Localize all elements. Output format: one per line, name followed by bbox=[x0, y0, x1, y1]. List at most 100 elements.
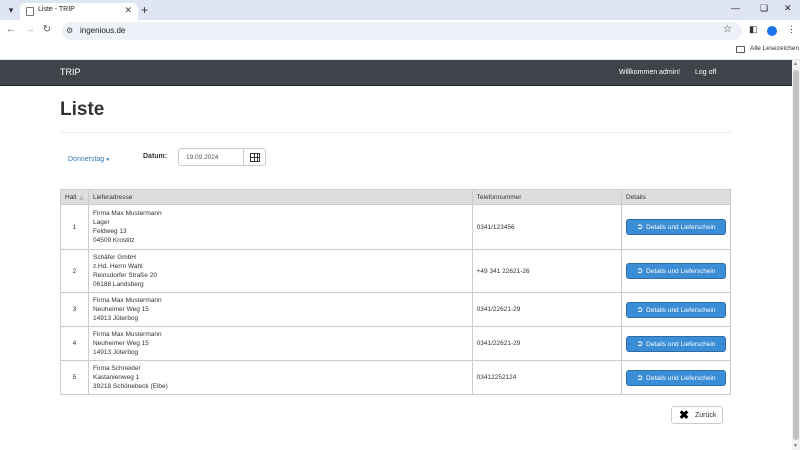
column-header-phone: Telefonnummer bbox=[471, 189, 623, 205]
address-line: Firma Max Mustermann bbox=[92, 297, 162, 304]
stops-table: Halt △ Lieferadresse Telefonnummer Detail… bbox=[60, 189, 731, 395]
day-dropdown[interactable]: Donnerstag▼ bbox=[68, 156, 110, 163]
address-line: 14913 Jüterbog bbox=[92, 315, 139, 322]
url-text: ingenious.de bbox=[80, 26, 126, 35]
close-window-icon[interactable]: ✕ bbox=[784, 3, 792, 14]
details-cell: ➲ Details und Lieferschein bbox=[621, 360, 731, 395]
halt-cell: 2 bbox=[60, 249, 89, 293]
calendar-icon bbox=[250, 153, 260, 162]
minimize-icon[interactable]: — bbox=[731, 3, 740, 13]
tab-search-icon[interactable]: ▾ bbox=[3, 2, 19, 18]
scroll-up-icon[interactable]: ▲ bbox=[793, 61, 798, 67]
site-info-icon[interactable]: ⚙ bbox=[66, 26, 73, 35]
folder-icon bbox=[736, 46, 745, 53]
caret-down-icon: ▼ bbox=[105, 157, 111, 163]
address-line: z.Hd. Herrn Wahl bbox=[92, 263, 143, 270]
page-scrollbar[interactable]: ▲ ▼ bbox=[792, 60, 800, 450]
close-tab-icon[interactable]: ✕ bbox=[124, 5, 132, 16]
top-navbar: TRIP Willkommen admin! Log off bbox=[0, 60, 792, 86]
scroll-down-icon[interactable]: ▼ bbox=[793, 443, 798, 449]
column-header-halt[interactable]: Halt △ bbox=[60, 189, 89, 205]
side-panel-icon[interactable]: ◧ bbox=[749, 24, 758, 35]
logoff-link[interactable]: Log off bbox=[695, 69, 716, 76]
details-button[interactable]: ➲ Details und Lieferschein bbox=[626, 263, 726, 279]
back-button[interactable]: ✖ Zurück bbox=[671, 406, 723, 424]
share-icon: ➲ bbox=[636, 338, 644, 348]
table-row: 4 Firma Max Mustermann Neuheimer Weg 15 … bbox=[60, 326, 731, 361]
halt-cell: 3 bbox=[60, 292, 89, 327]
details-cell: ➲ Details und Lieferschein bbox=[621, 292, 731, 327]
share-icon: ➲ bbox=[636, 304, 644, 314]
new-tab-icon[interactable]: + bbox=[141, 3, 148, 17]
back-button-label: Zurück bbox=[695, 412, 717, 419]
address-cell: Firma Max Mustermann Lager Feldweg 13 04… bbox=[87, 204, 473, 250]
scrollbar-thumb[interactable] bbox=[793, 70, 799, 440]
details-button[interactable]: ➲ Details und Lieferschein bbox=[626, 369, 726, 386]
address-line: 39218 Schönebeck (Elbe) bbox=[92, 383, 168, 390]
details-cell: ➲ Details und Lieferschein bbox=[621, 249, 731, 293]
address-bar[interactable]: ⚙ ingenious.de bbox=[62, 22, 742, 40]
address-line: Neuheimer Weg 15 bbox=[92, 340, 149, 347]
brand-link[interactable]: TRIP bbox=[60, 67, 81, 77]
halt-cell: 1 bbox=[60, 204, 89, 250]
details-cell: ➲ Details und Lieferschein bbox=[621, 204, 731, 250]
all-bookmarks-link[interactable]: Alle Lesezeichen bbox=[750, 45, 799, 52]
back-arrow-icon[interactable]: ← bbox=[4, 24, 18, 35]
details-button[interactable]: ➲ Details und Lieferschein bbox=[626, 301, 726, 318]
address-line: Schäfer GmbH bbox=[92, 254, 136, 261]
address-line: Firma Max Mustermann bbox=[92, 331, 162, 338]
more-menu-icon[interactable]: ⋮ bbox=[787, 24, 796, 35]
phone-cell: 0341/22621-29 bbox=[471, 292, 623, 327]
address-line: Feldweg 13 bbox=[92, 228, 127, 235]
table-row: 3 Firma Max Mustermann Neuheimer Weg 15 … bbox=[60, 292, 731, 327]
address-cell: Schäfer GmbH z.Hd. Herrn Wahl Reinsdorfe… bbox=[87, 249, 473, 293]
phone-cell: +49 341 22621-26 bbox=[471, 249, 623, 293]
address-cell: Firma Max Mustermann Neuheimer Weg 15 14… bbox=[87, 326, 473, 361]
profile-avatar[interactable] bbox=[767, 26, 777, 36]
address-cell: Firma Max Mustermann Neuheimer Weg 15 14… bbox=[87, 292, 473, 327]
address-line: 06188 Landsberg bbox=[92, 281, 144, 288]
browser-tab[interactable]: Liste - TRIP ✕ bbox=[20, 3, 138, 20]
halt-cell: 5 bbox=[60, 360, 89, 395]
date-input[interactable]: 19.09.2024 bbox=[178, 148, 244, 166]
details-button[interactable]: ➲ Details und Lieferschein bbox=[626, 219, 726, 235]
details-cell: ➲ Details und Lieferschein bbox=[621, 326, 731, 361]
address-cell: Firma Schneider Kastanienweg 1 39218 Sch… bbox=[87, 360, 473, 395]
restore-icon[interactable]: ❏ bbox=[760, 3, 768, 14]
table-row: 5 Firma Schneider Kastanienweg 1 39218 S… bbox=[60, 360, 731, 395]
bookmark-star-icon[interactable]: ☆ bbox=[723, 24, 732, 35]
column-header-address: Lieferadresse bbox=[87, 189, 473, 205]
share-icon: ➲ bbox=[636, 222, 644, 231]
phone-cell: 0341/22621-29 bbox=[471, 326, 623, 361]
bookmarks-bar: Alle Lesezeichen bbox=[0, 42, 800, 60]
share-icon: ➲ bbox=[636, 372, 644, 382]
sort-asc-icon: △ bbox=[79, 194, 84, 201]
reload-icon[interactable]: ↻ bbox=[40, 24, 54, 35]
halt-cell: 4 bbox=[60, 326, 89, 361]
share-icon: ➲ bbox=[636, 266, 644, 275]
day-dropdown-label: Donnerstag bbox=[68, 156, 105, 163]
page-content: TRIP Willkommen admin! Log off Liste Don… bbox=[0, 60, 792, 450]
close-x-icon: ✖ bbox=[679, 408, 690, 422]
phone-cell: 03412252124 bbox=[471, 360, 623, 395]
phone-cell: 0341/123456 bbox=[471, 204, 623, 250]
browser-toolbar: ← → ↻ ⚙ ingenious.de bbox=[0, 20, 800, 42]
tab-strip: ▾ Liste - TRIP ✕ + — ❏ ✕ bbox=[0, 0, 800, 20]
address-line: Neuheimer Weg 15 bbox=[92, 306, 149, 313]
details-button[interactable]: ➲ Details und Lieferschein bbox=[626, 335, 726, 352]
address-line: 14913 Jüterbog bbox=[92, 349, 139, 356]
welcome-link[interactable]: Willkommen admin! bbox=[619, 69, 680, 76]
table-header-row: Halt △ Lieferadresse Telefonnummer Detail… bbox=[60, 189, 731, 205]
address-line: Firma Schneider bbox=[92, 365, 141, 372]
calendar-button[interactable] bbox=[243, 148, 266, 166]
table-row: 2 Schäfer GmbH z.Hd. Herrn Wahl Reinsdor… bbox=[60, 249, 731, 293]
tab-title: Liste - TRIP bbox=[38, 6, 75, 13]
forward-arrow-icon[interactable]: → bbox=[23, 24, 37, 35]
date-label: Datum: bbox=[143, 153, 168, 160]
table-row: 1 Firma Max Mustermann Lager Feldweg 13 … bbox=[60, 204, 731, 250]
address-line: Reinsdorfer Straße 20 bbox=[92, 272, 157, 279]
address-line: Lager bbox=[92, 219, 110, 226]
address-line: Firma Max Mustermann bbox=[92, 210, 162, 217]
page-icon bbox=[26, 7, 34, 16]
page-title: Liste bbox=[60, 99, 105, 120]
